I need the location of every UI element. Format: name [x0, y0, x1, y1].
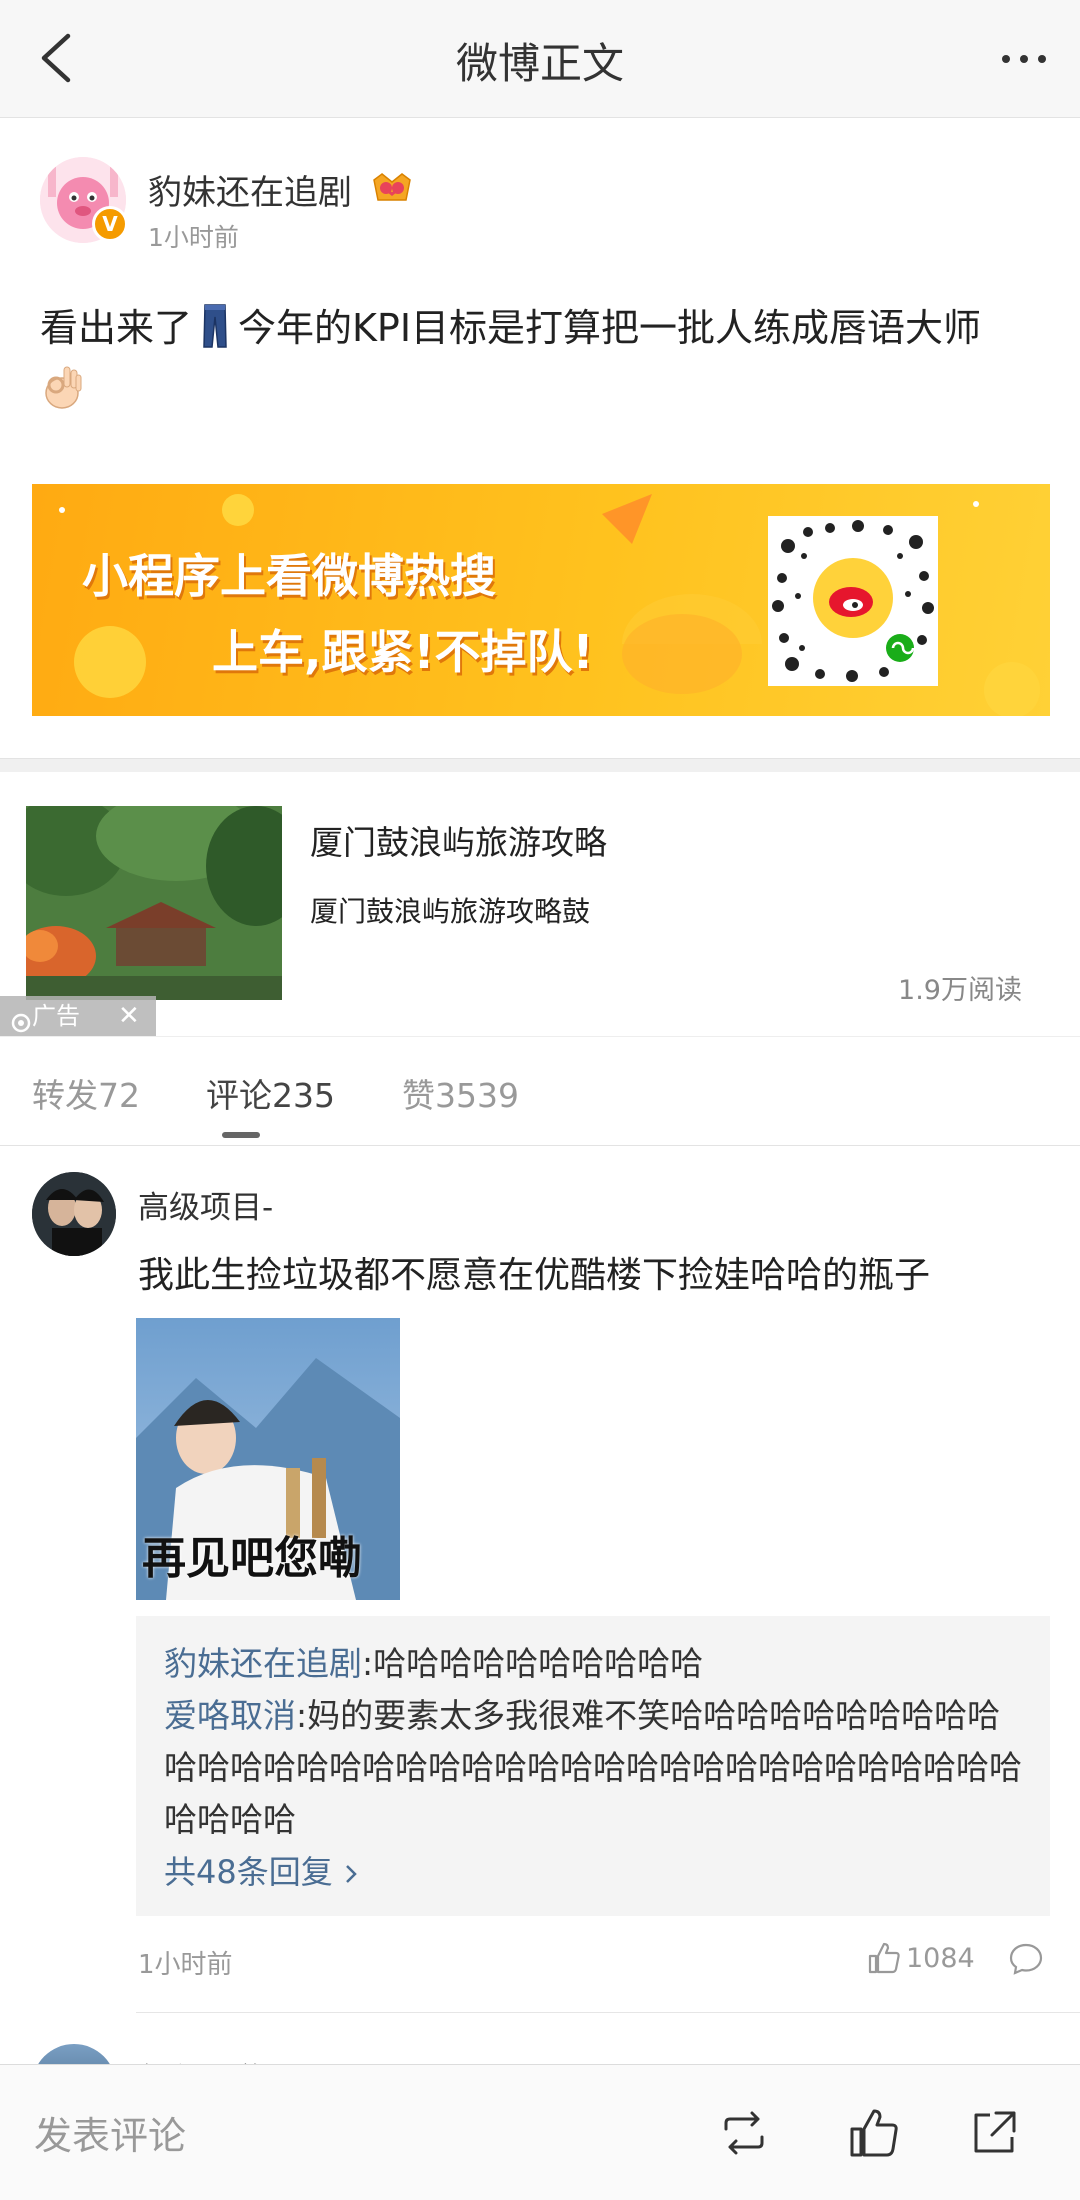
comment-divider: [136, 2012, 1080, 2013]
ad-label: 广告: [32, 1002, 80, 1030]
ad-close-button[interactable]: ✕: [118, 996, 140, 1036]
banner-line2: 上车,跟紧!不掉队!: [212, 625, 594, 679]
ad-settings-icon: [10, 1006, 32, 1033]
comment-image-caption: 再见吧您嘞: [142, 1533, 362, 1584]
ad-image[interactable]: [26, 806, 282, 1000]
banner-line1: 小程序上看微博热搜: [82, 549, 496, 603]
comment-text: 我此生捡垃圾都不愿意在优酷楼下捡娃哈哈的瓶子: [138, 1255, 931, 1296]
reply-user[interactable]: 豹妹还在追剧: [164, 1644, 362, 1683]
ad-read-count: 1.9万阅读: [898, 975, 1022, 1006]
ok-hand-emoji: [40, 363, 84, 411]
reply-user[interactable]: 爱咯取消: [164, 1696, 296, 1735]
ad-description: 厦门鼓浪屿旅游攻略鼓: [310, 895, 591, 928]
active-tab-indicator: [222, 1132, 260, 1138]
ad-tag: 广告 ✕: [0, 996, 156, 1036]
like-count: 1084: [906, 1943, 975, 1974]
comment-input[interactable]: 发表评论: [34, 2105, 186, 2160]
bottom-action-bar: 发表评论: [0, 2064, 1080, 2200]
commenter-name[interactable]: 高级项目-: [138, 1182, 273, 1227]
share-icon[interactable]: [966, 2105, 1022, 2161]
post-time: 1小时前: [148, 223, 239, 252]
repost-icon[interactable]: [716, 2105, 772, 2161]
verified-icon: V: [92, 206, 128, 242]
post-text: 看出来了 今年的KPI目标是打算把一批人练成唇语大师: [40, 298, 1050, 418]
tab-likes[interactable]: 赞3539: [402, 1069, 519, 1117]
top-bar: 微博正文: [0, 0, 1080, 118]
comment-image[interactable]: 再见吧您嘞: [136, 1318, 400, 1600]
author-name[interactable]: 豹妹还在追剧: [148, 165, 352, 214]
more-icon[interactable]: [994, 34, 1054, 84]
post-text-part1: 看出来了: [40, 306, 193, 350]
more-replies-link[interactable]: 共48条回复: [164, 1846, 1022, 1898]
page-title: 微博正文: [455, 39, 624, 88]
tab-comments[interactable]: 评论235: [206, 1069, 335, 1117]
jeans-emoji: [202, 303, 228, 349]
section-divider: [0, 758, 1080, 772]
comment-tabs: 转发72 评论235 赞3539: [0, 1036, 1080, 1146]
crown-icon[interactable]: [370, 166, 414, 206]
ad-title[interactable]: 厦门鼓浪屿旅游攻略: [310, 816, 607, 864]
reply-item: 爱咯取消:妈的要素太多我很难不笑哈哈哈哈哈哈哈哈哈哈哈哈哈哈哈哈哈哈哈哈哈哈哈哈…: [164, 1690, 1022, 1846]
reply-item: 豹妹还在追剧:哈哈哈哈哈哈哈哈哈哈: [164, 1638, 1022, 1690]
tab-reposts[interactable]: 转发72: [32, 1069, 140, 1117]
qr-code: [768, 516, 938, 686]
mini-program-banner[interactable]: 小程序上看微博热搜 上车,跟紧!不掉队!: [32, 484, 1050, 716]
like-icon[interactable]: [866, 1940, 902, 1976]
like-icon[interactable]: [846, 2105, 902, 2161]
chevron-right-icon: [346, 1865, 357, 1883]
more-replies-label: 共48条回复: [164, 1853, 333, 1891]
reply-icon[interactable]: [1008, 1941, 1044, 1977]
reply-text: :哈哈哈哈哈哈哈哈哈哈: [362, 1644, 704, 1683]
commenter-avatar[interactable]: [32, 1172, 116, 1256]
reply-box[interactable]: 豹妹还在追剧:哈哈哈哈哈哈哈哈哈哈 爱咯取消:妈的要素太多我很难不笑哈哈哈哈哈哈…: [136, 1616, 1050, 1916]
comment-time: 1小时前: [138, 1950, 233, 1980]
post-text-part2: 今年的KPI目标是打算把一批人练成唇语大师: [238, 306, 982, 350]
